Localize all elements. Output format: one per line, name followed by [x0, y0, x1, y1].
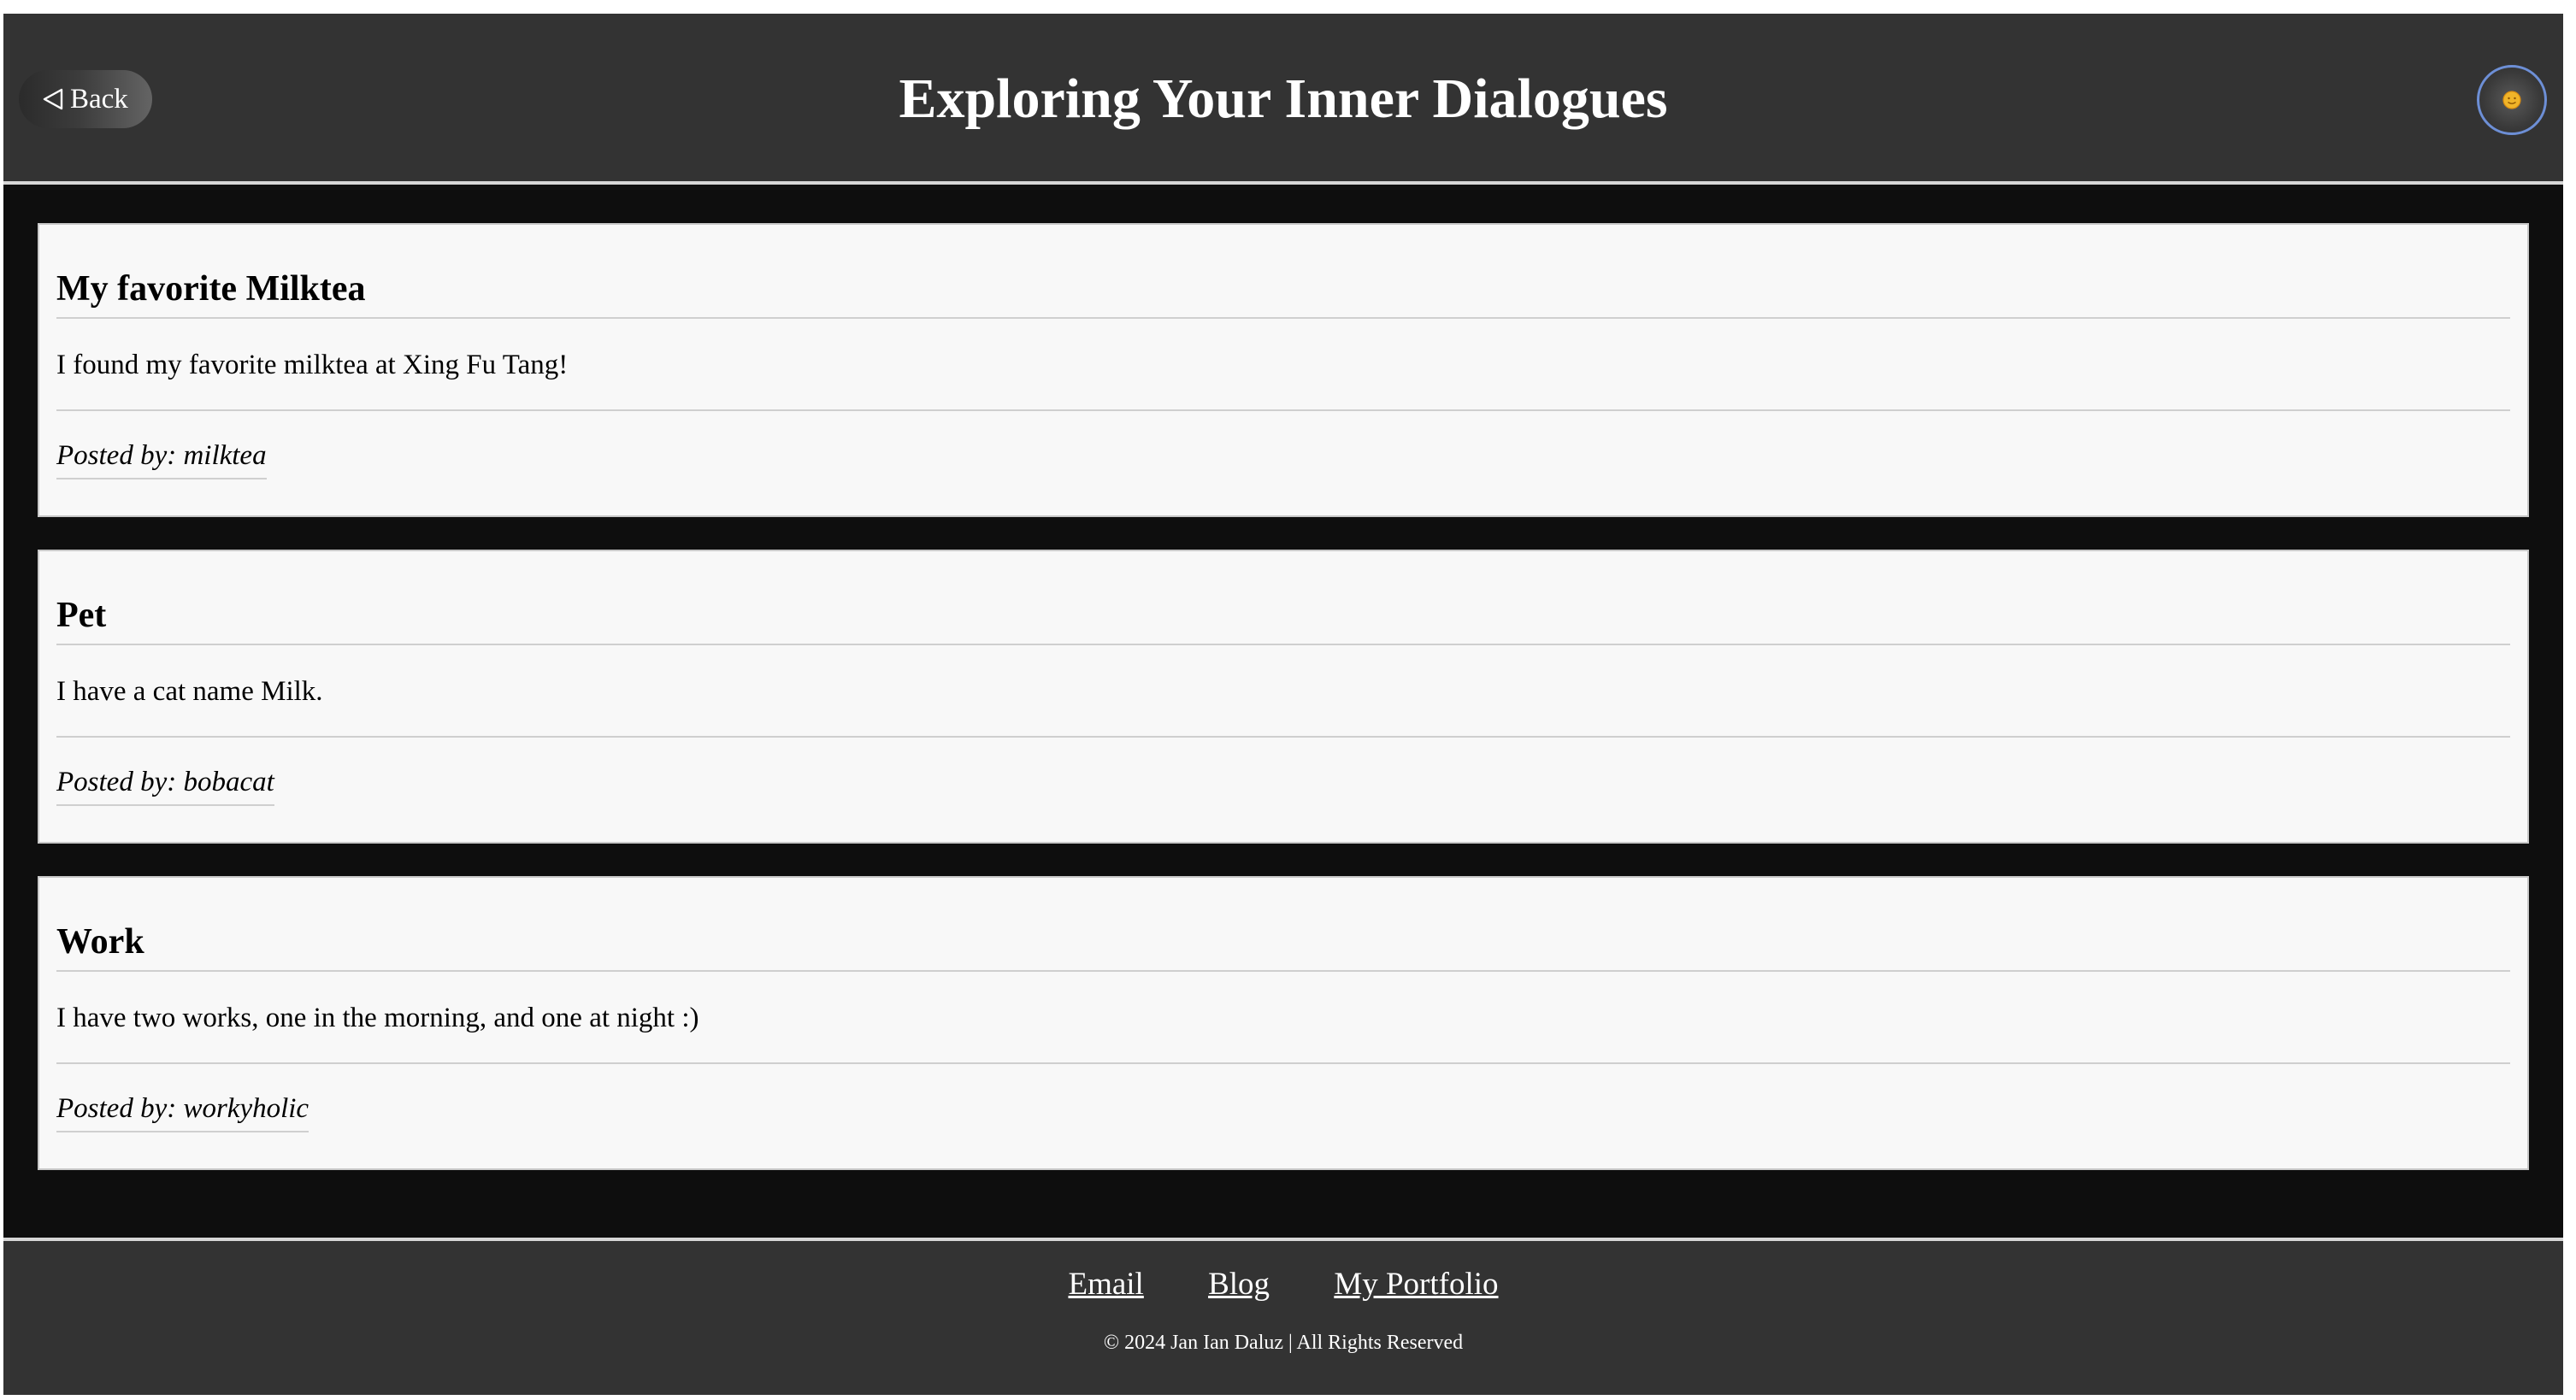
post-body: I have two works, one in the morning, an… — [56, 972, 2510, 1064]
post-body: I have a cat name Milk. — [56, 645, 2510, 738]
sun-icon — [2502, 91, 2521, 109]
footer-link-blog[interactable]: Blog — [1208, 1267, 1270, 1302]
post-list: My favorite Milktea I found my favorite … — [38, 223, 2529, 1203]
post-author: Posted by: milktea — [56, 438, 267, 479]
post-card: Work I have two works, one in the mornin… — [38, 876, 2529, 1170]
post-title: Pet — [56, 551, 2510, 645]
post-title: My favorite Milktea — [56, 225, 2510, 319]
post-author: Posted by: bobacat — [56, 765, 274, 806]
post-card: My favorite Milktea I found my favorite … — [38, 223, 2529, 517]
footer-link-portfolio[interactable]: My Portfolio — [1334, 1267, 1498, 1302]
post-card: Pet I have a cat name Milk. Posted by: b… — [38, 550, 2529, 844]
post-body: I found my favorite milktea at Xing Fu T… — [56, 319, 2510, 411]
page-header: Back Exploring Your Inner Dialogues — [3, 14, 2563, 185]
page-frame: Back Exploring Your Inner Dialogues My f… — [3, 14, 2563, 1395]
footer-links: Email Blog My Portfolio — [3, 1265, 2563, 1304]
copyright-text: © 2024 Jan Ian Daluz | All Rights Reserv… — [1103, 1332, 1464, 1354]
footer-link-email[interactable]: Email — [1068, 1267, 1143, 1302]
page-footer: Email Blog My Portfolio © 2024 Jan Ian D… — [3, 1238, 2563, 1395]
page-title: Exploring Your Inner Dialogues — [899, 68, 1668, 130]
post-title: Work — [56, 878, 2510, 972]
post-author: Posted by: workyholic — [56, 1091, 309, 1132]
theme-toggle-button[interactable] — [2477, 65, 2547, 135]
